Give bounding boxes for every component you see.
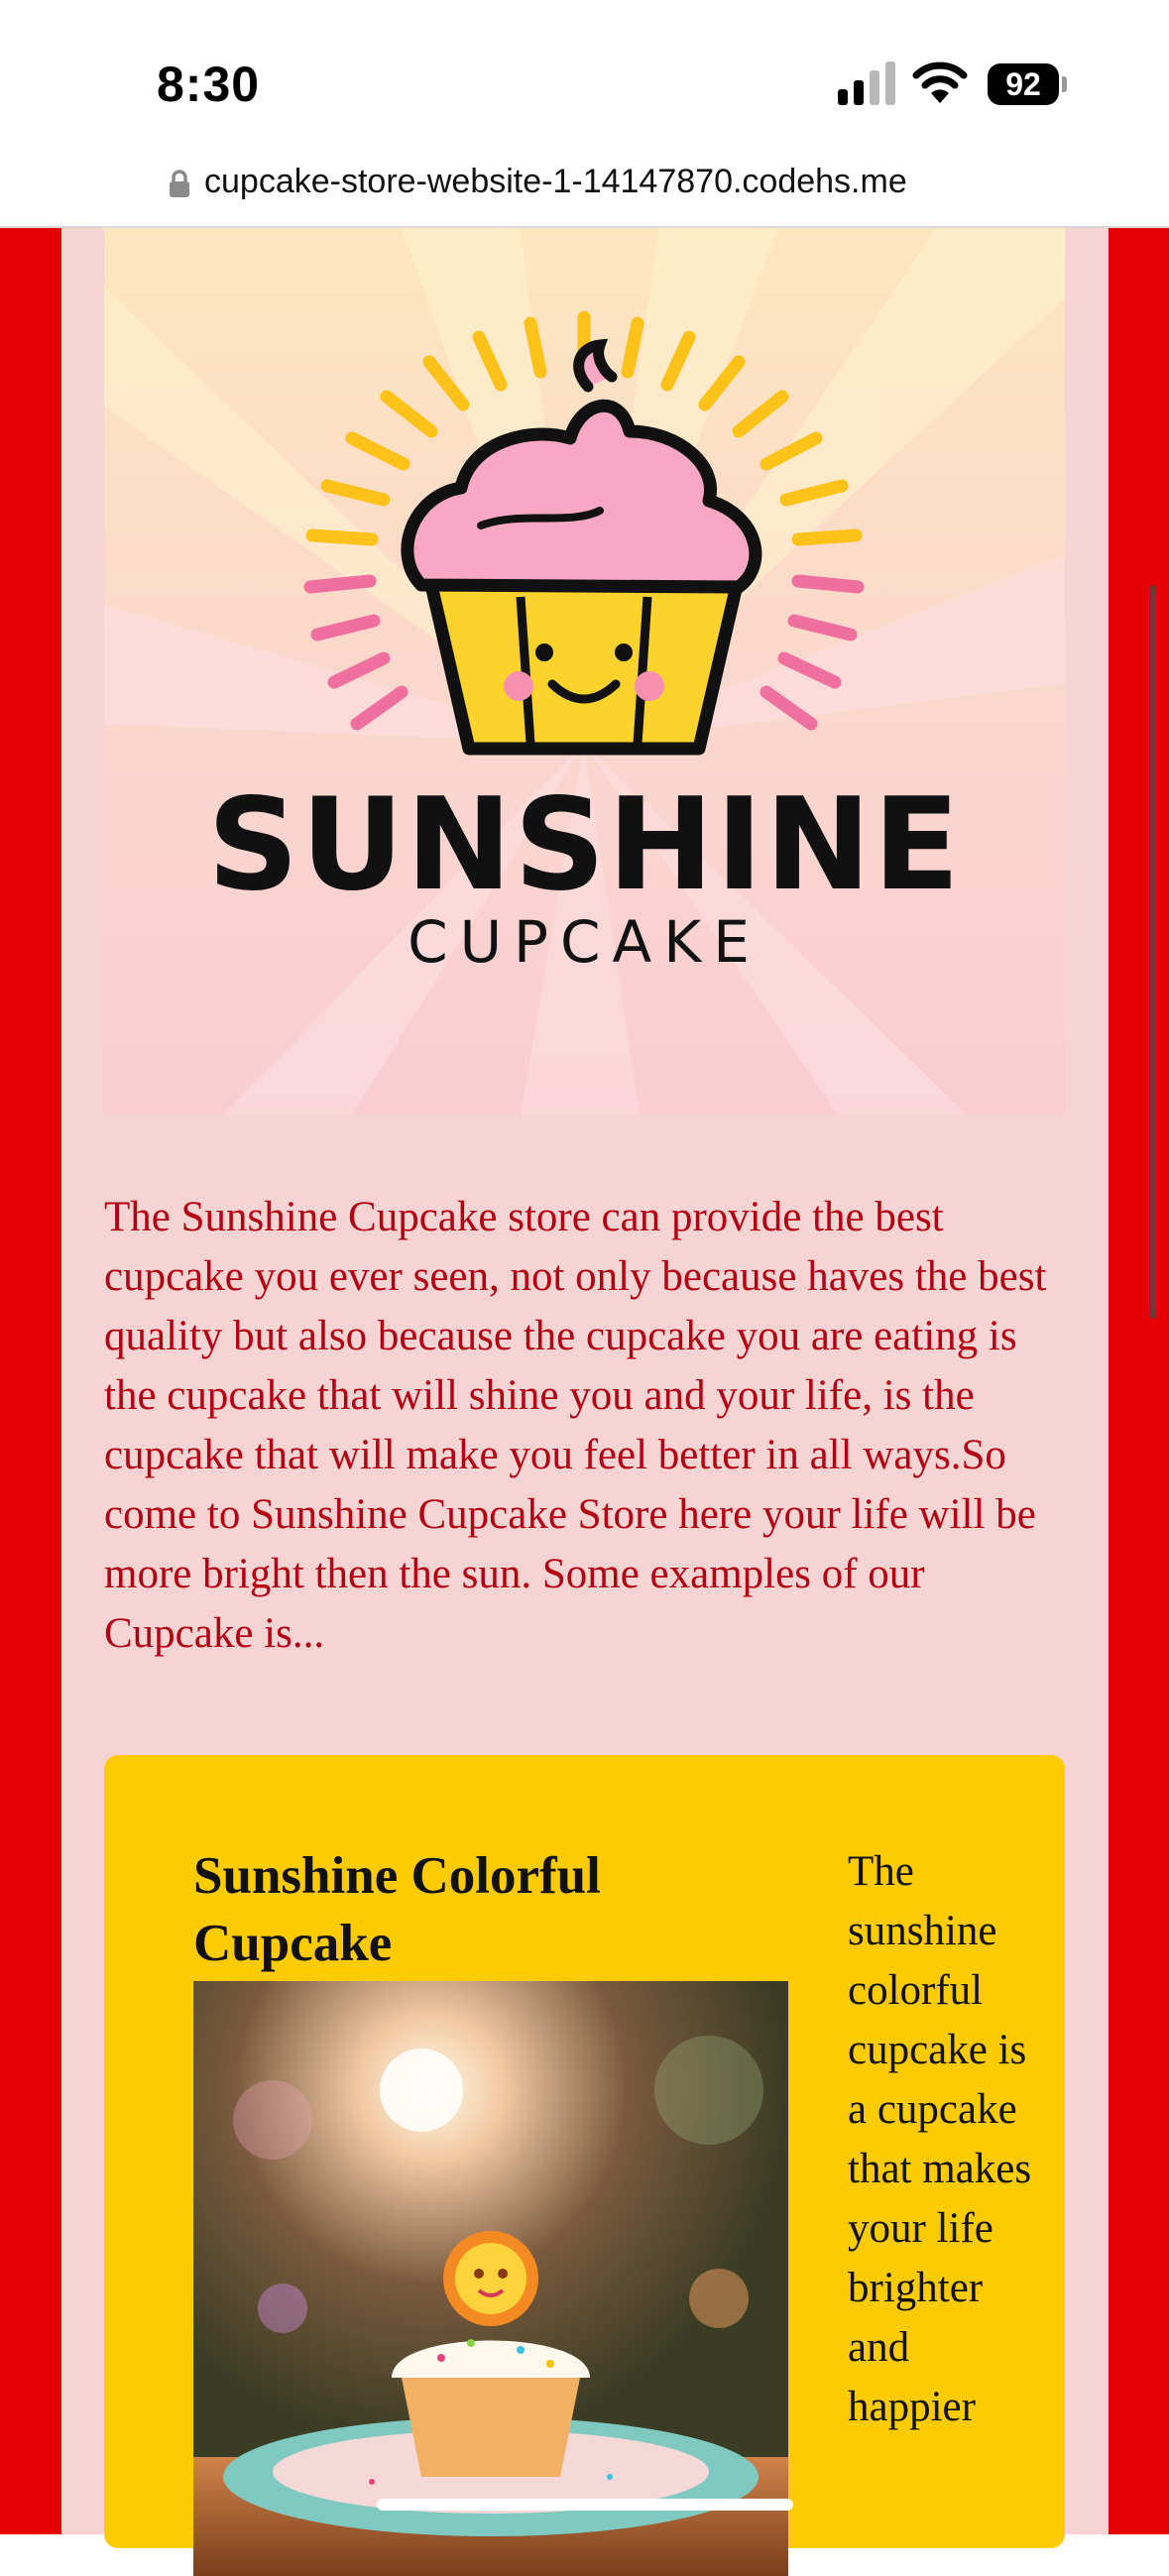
product-photo (193, 1981, 788, 2576)
scrollbar[interactable] (1149, 585, 1156, 1319)
home-indicator[interactable] (377, 2499, 793, 2511)
product-title: Sunshine Colorful Cupcake (193, 1847, 601, 1972)
product-description: The sunshine colorful cupcake is a cupca… (848, 1848, 1032, 2430)
intro-paragraph: The Sunshine Cupcake store can provide t… (104, 1194, 1047, 1657)
battery-icon: 92 (988, 63, 1067, 105)
brand-subtitle: CUPCAKE (408, 908, 761, 976)
hero-logo-image: SUNSHINE CUPCAKE (104, 228, 1065, 1114)
sunburst-logo-art (104, 228, 1065, 1114)
brand-name: SUNSHINE (207, 771, 962, 919)
status-bar: 8:30 92 (0, 0, 1169, 149)
product-card: Sunshine Colorful Cupcake The sunshine c… (104, 1755, 1065, 2576)
url-text[interactable]: cupcake-store-website-1-14147870.codehs.… (204, 163, 907, 201)
signal-icon (838, 61, 895, 105)
address-bar[interactable]: cupcake-store-website-1-14147870.codehs.… (0, 149, 1169, 228)
battery-level: 92 (1005, 66, 1041, 102)
lock-icon (170, 170, 189, 197)
wifi-icon (912, 61, 968, 103)
status-time: 8:30 (157, 57, 261, 112)
